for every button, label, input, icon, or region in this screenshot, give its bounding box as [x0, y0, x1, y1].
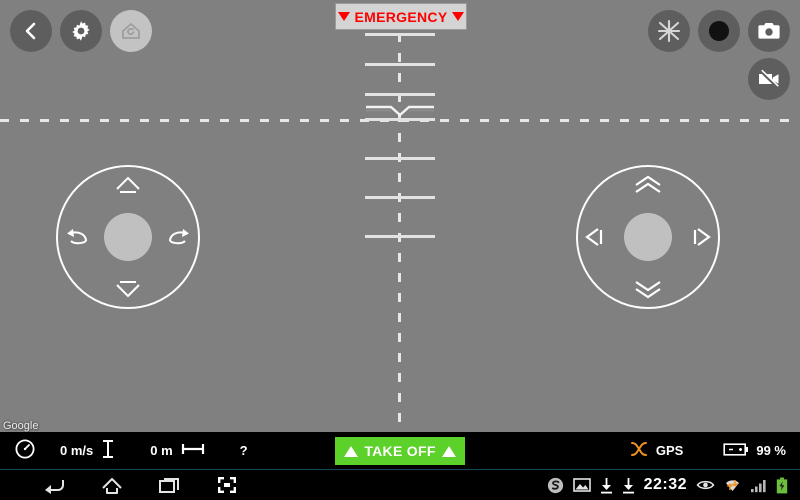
video-button[interactable] — [748, 58, 790, 100]
return-to-home-icon — [119, 19, 143, 43]
drone-propeller-icon — [629, 440, 649, 461]
speed-readout: 0 m/s — [14, 438, 116, 463]
pitch-roll-joystick[interactable] — [576, 165, 720, 309]
battery-status: 99 % — [723, 442, 786, 460]
triangle-up-icon — [441, 445, 456, 457]
triangle-left-icon[interactable] — [584, 226, 606, 248]
image-icon — [572, 477, 591, 493]
record-button[interactable] — [698, 10, 740, 52]
speedometer-icon — [14, 438, 36, 463]
joystick-knob[interactable] — [104, 213, 152, 261]
joystick-knob[interactable] — [624, 213, 672, 261]
gear-icon — [69, 19, 93, 43]
altitude-value: 0 m — [150, 443, 173, 458]
pitch-ladder-line — [365, 63, 435, 66]
gps-status: GPS — [629, 440, 683, 461]
pitch-ladder-line — [365, 157, 435, 160]
emergency-label: EMERGENCY — [354, 8, 448, 25]
speed-value: 0 m/s — [60, 443, 94, 458]
triangle-up-icon — [344, 445, 359, 457]
video-camera-off-icon — [756, 66, 782, 92]
back-button[interactable] — [10, 10, 52, 52]
drone-control-app: EMERGENCY Google 0 m/s 0 m ? GPS 99 % TA… — [0, 0, 800, 500]
android-home-icon[interactable] — [100, 475, 124, 495]
telemetry-right-group: GPS 99 % — [629, 432, 800, 469]
battery-charging-icon — [776, 477, 788, 494]
distance-value: ? — [239, 443, 248, 458]
screenshot-icon[interactable] — [216, 475, 238, 495]
drone-propeller-icon — [656, 18, 682, 44]
arrow-down-icon[interactable] — [115, 281, 141, 299]
flight-view[interactable]: EMERGENCY Google — [0, 0, 800, 432]
eye-icon — [696, 478, 715, 492]
google-watermark: Google — [3, 420, 39, 432]
pitch-ladder-line — [365, 33, 435, 36]
signal-icon — [750, 478, 767, 493]
distance-readout: ? — [240, 443, 248, 458]
rotate-left-icon[interactable] — [64, 227, 88, 247]
rotate-right-icon[interactable] — [168, 227, 192, 247]
android-nav-group — [0, 475, 238, 495]
take-off-button[interactable]: TAKE OFF — [335, 437, 465, 465]
download-icon — [622, 477, 635, 494]
pitch-ladder-line — [365, 235, 435, 238]
return-to-home-button[interactable] — [110, 10, 152, 52]
pitch-ladder-line — [365, 93, 435, 96]
distance-icon — [180, 442, 206, 459]
arrow-up-icon[interactable] — [115, 175, 141, 193]
battery-value: 99 % — [756, 443, 786, 458]
telemetry-left-group: 0 m/s 0 m ? — [0, 432, 248, 469]
drone-button[interactable] — [648, 10, 690, 52]
settings-button[interactable] — [60, 10, 102, 52]
double-chevron-down-icon[interactable] — [634, 279, 662, 299]
pitch-ladder-line — [365, 196, 435, 199]
aircraft-wings-icon — [365, 100, 435, 120]
battery-icon — [723, 442, 749, 460]
emergency-button[interactable]: EMERGENCY — [335, 3, 467, 30]
triangle-down-icon — [337, 12, 350, 21]
android-back-icon[interactable] — [42, 475, 66, 495]
take-off-label: TAKE OFF — [364, 443, 436, 459]
camera-icon — [756, 18, 782, 44]
skype-icon — [547, 477, 564, 494]
photo-button[interactable] — [748, 10, 790, 52]
wifi-icon — [724, 477, 741, 493]
android-system-bar: 22:32 — [0, 470, 800, 500]
altitude-readout: 0 m — [150, 442, 205, 459]
download-icon — [600, 477, 613, 494]
gps-label: GPS — [655, 443, 684, 458]
chevron-left-icon — [21, 21, 41, 41]
record-dot-icon — [706, 18, 732, 44]
throttle-yaw-joystick[interactable] — [56, 165, 200, 309]
double-chevron-up-icon[interactable] — [634, 175, 662, 195]
altitude-icon — [100, 438, 116, 463]
system-clock: 22:32 — [643, 476, 687, 493]
triangle-down-icon — [452, 12, 465, 21]
android-tray-group: 22:32 — [547, 476, 800, 494]
triangle-right-icon[interactable] — [690, 226, 712, 248]
android-recents-icon[interactable] — [158, 475, 182, 495]
